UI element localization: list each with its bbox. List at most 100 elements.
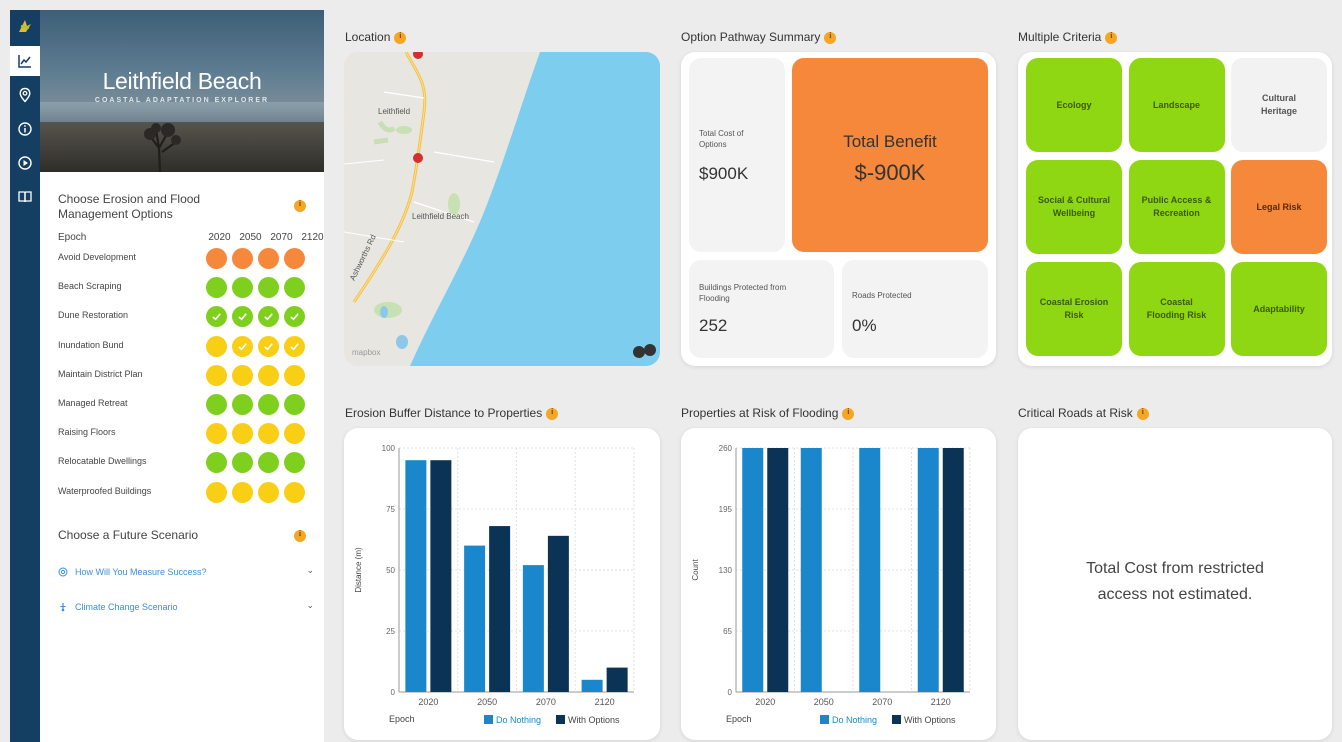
option-toggle-2020[interactable] (206, 306, 227, 328)
bar-with-options (767, 448, 789, 692)
flooding-chart: 0 65 130 195 260 2020 2050 2070 2120 Count Epoch Do… (691, 444, 971, 725)
info-icon[interactable] (10, 114, 40, 144)
play-icon[interactable] (10, 148, 40, 178)
option-label: Beach Scraping (58, 281, 122, 292)
option-toggle-2050[interactable] (232, 481, 253, 503)
option-toggle-2070[interactable] (258, 452, 279, 474)
option-toggle-2120[interactable] (284, 423, 305, 445)
summary-info-icon[interactable] (824, 31, 837, 44)
criteria-tile[interactable]: Cultural Heritage (1231, 58, 1327, 152)
criteria-tile[interactable]: Public Access & Recreation (1128, 160, 1225, 254)
option-toggle-2050[interactable] (232, 452, 253, 474)
bar-do-nothing (581, 679, 603, 692)
mapbox-logo: mapbox (352, 348, 381, 357)
epoch-2050: 2050 (239, 232, 262, 243)
roads-card: Total Cost from restricted access not es… (1018, 428, 1332, 740)
option-toggle-2020[interactable] (206, 481, 227, 503)
flooding-info-icon[interactable] (842, 407, 855, 420)
option-toggle-2070[interactable] (258, 481, 279, 503)
y-tick-label: 260 (719, 444, 733, 453)
criteria-tile[interactable]: Coastal Flooding Risk (1128, 262, 1225, 356)
option-row: Maintain District Plan (58, 363, 314, 387)
bar-with-options (942, 448, 964, 692)
x-tick-label: 2050 (814, 697, 834, 707)
option-toggle-2120[interactable] (284, 335, 305, 357)
epoch-label: Epoch (58, 232, 87, 243)
option-toggle-2120[interactable] (284, 364, 305, 386)
total-cost-tile: Total Cost of Options $900K (689, 58, 785, 252)
criteria-tile[interactable]: Legal Risk (1231, 160, 1327, 254)
criteria-tile[interactable]: Social & Cultural Wellbeing (1026, 160, 1122, 254)
summary-title: Option Pathway Summary (681, 30, 837, 44)
y-tick-label: 75 (386, 505, 395, 514)
option-toggle-2050[interactable] (232, 306, 253, 328)
criteria-tile[interactable]: Coastal Erosion Risk (1026, 262, 1122, 356)
option-toggle-2070[interactable] (258, 423, 279, 445)
total-benefit-tile: Total Benefit $-900K (792, 58, 988, 252)
option-toggle-2120[interactable] (284, 481, 305, 503)
option-toggle-2070[interactable] (258, 248, 279, 269)
tree-silhouette (144, 123, 181, 172)
option-row: Avoid Development (58, 246, 314, 270)
y-tick-label: 195 (719, 505, 733, 514)
option-toggle-2050[interactable] (232, 335, 253, 357)
option-row: Managed Retreat (58, 392, 314, 416)
option-row: Beach Scraping (58, 275, 314, 299)
location-info-icon[interactable] (394, 31, 407, 44)
chart-icon[interactable] (10, 46, 40, 76)
climate-scenario-label: Climate Change Scenario (75, 602, 178, 612)
option-toggle-2050[interactable] (232, 277, 253, 299)
option-toggle-2070[interactable] (258, 364, 279, 386)
criteria-info-icon[interactable] (1105, 31, 1118, 44)
erosion-info-icon[interactable] (546, 407, 559, 420)
option-toggle-2070[interactable] (258, 394, 279, 415)
option-toggle-2120[interactable] (284, 452, 305, 474)
check-icon (238, 342, 247, 351)
x-tick-label: 2120 (931, 697, 951, 707)
scenario-info-icon[interactable] (294, 529, 306, 542)
option-row: Relocatable Dwellings (58, 450, 314, 474)
option-toggle-2050[interactable] (232, 423, 253, 445)
option-toggle-2070[interactable] (258, 277, 279, 299)
location-map[interactable]: Leithfield Leithfield Beach Ashworths Rd… (344, 52, 660, 366)
option-toggle-2020[interactable] (206, 423, 227, 445)
bar-do-nothing (859, 448, 881, 692)
option-toggle-2020[interactable] (206, 248, 227, 269)
map-label-leithfield: Leithfield (378, 107, 411, 116)
criteria-label: Cultural Heritage (1260, 93, 1297, 116)
option-toggle-2020[interactable] (206, 277, 227, 299)
legend-swatch (484, 715, 493, 724)
option-toggle-2020[interactable] (206, 364, 227, 386)
option-toggle-2050[interactable] (232, 394, 253, 415)
option-toggle-2050[interactable] (232, 364, 253, 386)
option-toggle-2120[interactable] (284, 306, 305, 328)
option-toggle-2020[interactable] (206, 452, 227, 474)
option-toggle-2050[interactable] (232, 248, 253, 269)
book-icon[interactable] (10, 182, 40, 212)
epoch-2120: 2120 (301, 232, 324, 243)
option-toggle-2070[interactable] (258, 306, 279, 328)
criteria-title: Multiple Criteria (1018, 30, 1118, 44)
measure-success-accordion[interactable]: How Will You Measure Success? ⌄ (58, 565, 314, 583)
option-toggle-2070[interactable] (258, 335, 279, 357)
epoch-2070: 2070 (270, 232, 293, 243)
climate-scenario-accordion[interactable]: Climate Change Scenario ⌄ (58, 600, 314, 618)
option-toggle-2120[interactable] (284, 248, 305, 269)
epoch-2020: 2020 (208, 232, 231, 243)
erosion-chart-card: 0 25 50 75 100 2020 2050 2070 2120 Distance (m) Ep… (344, 428, 660, 740)
option-toggle-2020[interactable] (206, 335, 227, 357)
criteria-tile[interactable]: Landscape (1128, 58, 1225, 152)
options-info-icon[interactable] (294, 199, 306, 212)
roads-info-icon[interactable] (1136, 407, 1149, 420)
criteria-tile[interactable]: Adaptability (1231, 262, 1327, 356)
option-toggle-2120[interactable] (284, 394, 305, 415)
x-tick-label: 2070 (872, 697, 892, 707)
x-axis-label: Epoch (389, 714, 415, 724)
criteria-label: Coastal Erosion Risk (1039, 297, 1109, 320)
logo-icon[interactable] (10, 10, 40, 42)
buildings-protected-label: Buildings Protected from Flooding (699, 283, 787, 303)
option-toggle-2020[interactable] (206, 394, 227, 415)
location-pin-icon[interactable] (10, 80, 40, 110)
criteria-tile[interactable]: Ecology (1026, 58, 1122, 152)
option-toggle-2120[interactable] (284, 277, 305, 299)
